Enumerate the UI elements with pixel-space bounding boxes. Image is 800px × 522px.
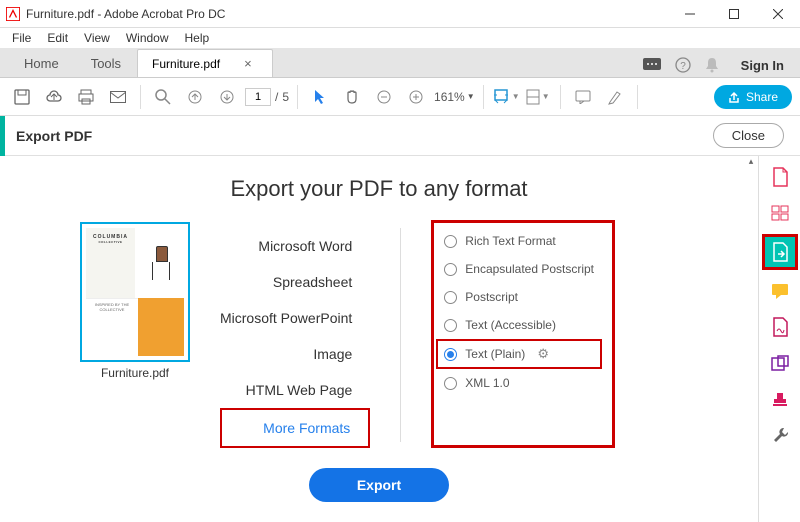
option-text-plain[interactable]: Text (Plain)⚙ xyxy=(436,339,602,369)
menu-window[interactable]: Window xyxy=(118,29,177,47)
option-ps[interactable]: Postscript xyxy=(444,283,594,311)
page-display-icon[interactable]: ▼ xyxy=(524,83,552,111)
stamp-icon[interactable] xyxy=(765,384,795,414)
acrobat-icon xyxy=(6,7,20,21)
window-title: Furniture.pdf - Adobe Acrobat Pro DC xyxy=(26,7,668,21)
next-page-icon[interactable] xyxy=(213,83,241,111)
format-powerpoint[interactable]: Microsoft PowerPoint xyxy=(220,300,370,336)
toolbar: / 5 161% ▼ ▼ ▼ Share xyxy=(0,78,800,116)
option-rtf[interactable]: Rich Text Format xyxy=(444,227,594,255)
document-tab[interactable]: Furniture.pdf × xyxy=(137,49,273,77)
menu-edit[interactable]: Edit xyxy=(39,29,76,47)
home-tab[interactable]: Home xyxy=(8,50,75,77)
format-html[interactable]: HTML Web Page xyxy=(220,372,370,408)
total-pages: 5 xyxy=(282,90,289,104)
close-tab-icon[interactable]: × xyxy=(244,56,252,71)
close-panel-button[interactable]: Close xyxy=(713,123,784,148)
pointer-icon[interactable] xyxy=(306,83,334,111)
save-icon[interactable] xyxy=(8,83,36,111)
format-word[interactable]: Microsoft Word xyxy=(220,228,370,264)
menu-view[interactable]: View xyxy=(76,29,118,47)
prev-page-icon[interactable] xyxy=(181,83,209,111)
export-panel-header: Export PDF Close xyxy=(0,116,800,156)
panel-title: Export PDF xyxy=(16,128,92,144)
export-panel-content: ▴ Export your PDF to any format COLUMBIA… xyxy=(0,156,758,522)
comment-tool-icon[interactable] xyxy=(765,276,795,306)
search-icon[interactable] xyxy=(149,83,177,111)
help-icon[interactable]: ? xyxy=(675,57,691,73)
format-spreadsheet[interactable]: Spreadsheet xyxy=(220,264,370,300)
share-icon xyxy=(728,91,740,103)
format-more[interactable]: More Formats xyxy=(220,408,370,448)
gear-icon[interactable]: ⚙ xyxy=(537,346,549,362)
share-button[interactable]: Share xyxy=(714,85,792,109)
organize-pages-icon[interactable] xyxy=(765,198,795,228)
titlebar: Furniture.pdf - Adobe Acrobat Pro DC xyxy=(0,0,800,28)
document-thumbnail[interactable]: COLUMBIACOLLECTIVE INSPIRED BY THE COLLE… xyxy=(80,222,190,362)
tabstrip: Home Tools Furniture.pdf × ? Sign In xyxy=(0,48,800,78)
zoom-dropdown[interactable]: 161% ▼ xyxy=(434,90,475,104)
close-window-button[interactable] xyxy=(756,0,800,28)
edit-pdf-icon[interactable] xyxy=(765,348,795,378)
export-button[interactable]: Export xyxy=(309,468,449,502)
svg-text:?: ? xyxy=(680,61,686,72)
fill-sign-icon[interactable] xyxy=(765,312,795,342)
highlight-icon[interactable] xyxy=(601,83,629,111)
tools-tab[interactable]: Tools xyxy=(75,50,137,77)
menubar: File Edit View Window Help xyxy=(0,28,800,48)
format-image[interactable]: Image xyxy=(220,336,370,372)
option-eps[interactable]: Encapsulated Postscript xyxy=(444,255,594,283)
format-list: Microsoft Word Spreadsheet Microsoft Pow… xyxy=(220,222,370,448)
document-tab-label: Furniture.pdf xyxy=(152,57,220,71)
export-pdf-icon[interactable] xyxy=(762,234,798,270)
thumbnail-label: Furniture.pdf xyxy=(80,366,190,380)
page-indicator: / 5 xyxy=(245,88,289,106)
mail-icon[interactable] xyxy=(104,83,132,111)
menu-file[interactable]: File xyxy=(4,29,39,47)
cloud-icon[interactable] xyxy=(40,83,68,111)
right-tools-rail xyxy=(758,156,800,522)
bell-icon[interactable] xyxy=(705,57,719,73)
menu-help[interactable]: Help xyxy=(177,29,218,47)
subformat-list: Rich Text Format Encapsulated Postscript… xyxy=(431,220,615,448)
zoom-out-icon[interactable] xyxy=(370,83,398,111)
option-text-accessible[interactable]: Text (Accessible) xyxy=(444,311,594,339)
sign-in-link[interactable]: Sign In xyxy=(733,58,792,73)
minimize-button[interactable] xyxy=(668,0,712,28)
fit-page-icon[interactable]: ▼ xyxy=(492,83,520,111)
scroll-up-icon[interactable]: ▴ xyxy=(743,156,758,172)
hand-icon[interactable] xyxy=(338,83,366,111)
zoom-in-icon[interactable] xyxy=(402,83,430,111)
option-xml[interactable]: XML 1.0 xyxy=(444,369,594,397)
create-pdf-icon[interactable] xyxy=(765,162,795,192)
current-page-input[interactable] xyxy=(245,88,271,106)
chat-icon[interactable] xyxy=(643,58,661,72)
print-icon[interactable] xyxy=(72,83,100,111)
more-tools-icon[interactable] xyxy=(765,420,795,450)
export-heading: Export your PDF to any format xyxy=(30,176,728,202)
comment-icon[interactable] xyxy=(569,83,597,111)
maximize-button[interactable] xyxy=(712,0,756,28)
